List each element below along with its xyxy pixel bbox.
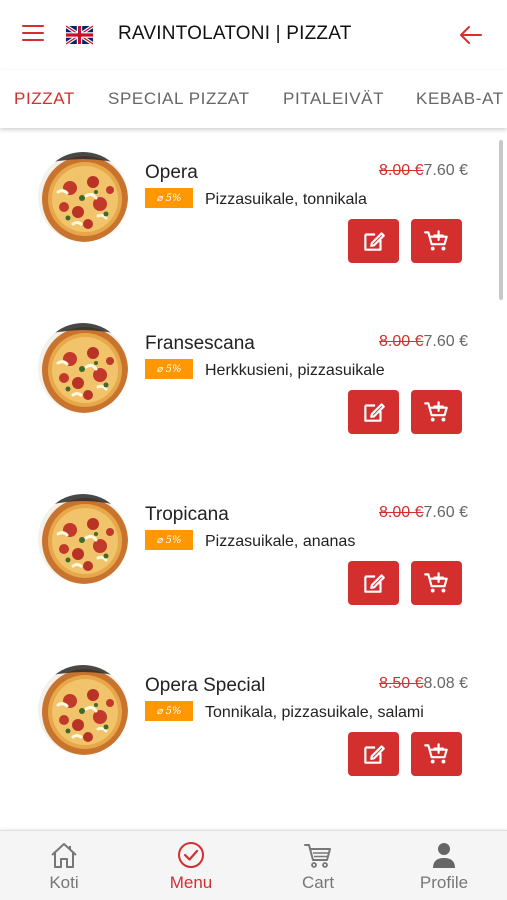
list-item: Opera Special 8.50 €8.08 € ⌀ 5% Tonnikala… [0, 663, 500, 830]
cart-icon [304, 844, 331, 868]
hamburger-menu-icon[interactable] [22, 25, 44, 43]
item-price: 8.50 €8.08 € [379, 675, 468, 693]
tab-kebab-at[interactable]: KEBAB-AT [416, 89, 504, 109]
scrollbar[interactable] [499, 140, 503, 300]
item-name: Fransescana [145, 333, 255, 354]
add-to-cart-button[interactable] [411, 732, 462, 776]
nav-menu[interactable]: Menu [128, 831, 254, 900]
discount-badge: ⌀ 5% [145, 701, 193, 721]
new-price: 7.60 € [423, 504, 468, 521]
new-price: 8.08 € [423, 675, 468, 692]
item-description: Pizzasuikale, tonnikala [205, 191, 367, 208]
edit-button[interactable] [348, 390, 399, 434]
item-name: Opera Special [145, 675, 266, 696]
tag-icon: ⌀ [156, 192, 163, 204]
item-price: 8.00 €7.60 € [379, 504, 468, 522]
edit-note-icon [361, 741, 387, 767]
add-to-cart-button[interactable] [411, 219, 462, 263]
edit-button[interactable] [348, 219, 399, 263]
check-circle-icon [178, 842, 204, 868]
discount-badge: ⌀ 5% [145, 359, 193, 379]
item-description: Tonnikala, pizzasuikale, salami [205, 704, 424, 721]
nav-label: Cart [301, 873, 335, 892]
nav-koti[interactable]: Koti [1, 831, 127, 900]
tab-pitaleivat[interactable]: PITALEIVÄT [283, 89, 384, 109]
app-header: RAVINTOLATONI | PIZZAT [0, 0, 507, 70]
menu-list[interactable]: Opera 8.00 €7.60 € ⌀ 5% Pizzasuikale, ton… [0, 130, 507, 830]
tag-icon: ⌀ [156, 534, 163, 546]
pizza-image [38, 494, 128, 584]
nav-label: Koti [49, 873, 79, 892]
edit-note-icon [361, 399, 387, 425]
edit-button[interactable] [348, 732, 399, 776]
old-price: 8.50 € [379, 675, 424, 692]
old-price: 8.00 € [379, 162, 424, 179]
tab-special-pizzat[interactable]: SPECIAL PIZZAT [108, 89, 250, 109]
item-name: Opera [145, 162, 198, 183]
tag-icon: ⌀ [156, 705, 163, 717]
list-item: Opera 8.00 €7.60 € ⌀ 5% Pizzasuikale, ton… [0, 150, 500, 321]
old-price: 8.00 € [379, 504, 424, 521]
category-tabs: PIZZAT SPECIAL PIZZAT PITALEIVÄT KEBAB-A… [0, 70, 507, 128]
add-to-cart-icon [423, 228, 451, 254]
discount-badge: ⌀ 5% [145, 188, 193, 208]
discount-badge: ⌀ 5% [145, 530, 193, 550]
bottom-navigation: Koti Menu Cart Profile [0, 830, 507, 900]
arrow-left-icon[interactable] [458, 22, 484, 48]
uk-flag-icon[interactable] [66, 25, 93, 45]
item-description: Pizzasuikale, ananas [205, 533, 356, 550]
tag-icon: ⌀ [156, 363, 163, 375]
list-item: Fransescana 8.00 €7.60 € ⌀ 5% Herkkusieni… [0, 321, 500, 492]
add-to-cart-icon [423, 570, 451, 596]
nav-label: Profile [419, 873, 469, 892]
list-item: Tropicana 8.00 €7.60 € ⌀ 5% Pizzasuikale,… [0, 492, 500, 663]
edit-button[interactable] [348, 561, 399, 605]
add-to-cart-button[interactable] [411, 561, 462, 605]
pizza-image [38, 323, 128, 413]
nav-label: Menu [169, 873, 213, 892]
edit-note-icon [361, 570, 387, 596]
add-to-cart-button[interactable] [411, 390, 462, 434]
item-price: 8.00 €7.60 € [379, 162, 468, 180]
add-to-cart-icon [423, 741, 451, 767]
home-icon [51, 843, 77, 868]
new-price: 7.60 € [423, 333, 468, 350]
item-name: Tropicana [145, 504, 229, 525]
nav-cart[interactable]: Cart [255, 831, 381, 900]
edit-note-icon [361, 228, 387, 254]
person-icon [433, 843, 455, 868]
tab-pizzat[interactable]: PIZZAT [14, 89, 75, 109]
old-price: 8.00 € [379, 333, 424, 350]
new-price: 7.60 € [423, 162, 468, 179]
pizza-image [38, 152, 128, 242]
pizza-image [38, 665, 128, 755]
item-description: Herkkusieni, pizzasuikale [205, 362, 385, 379]
nav-profile[interactable]: Profile [381, 831, 507, 900]
add-to-cart-icon [423, 399, 451, 425]
item-price: 8.00 €7.60 € [379, 333, 468, 351]
page-title: RAVINTOLATONI | PIZZAT [118, 23, 352, 44]
